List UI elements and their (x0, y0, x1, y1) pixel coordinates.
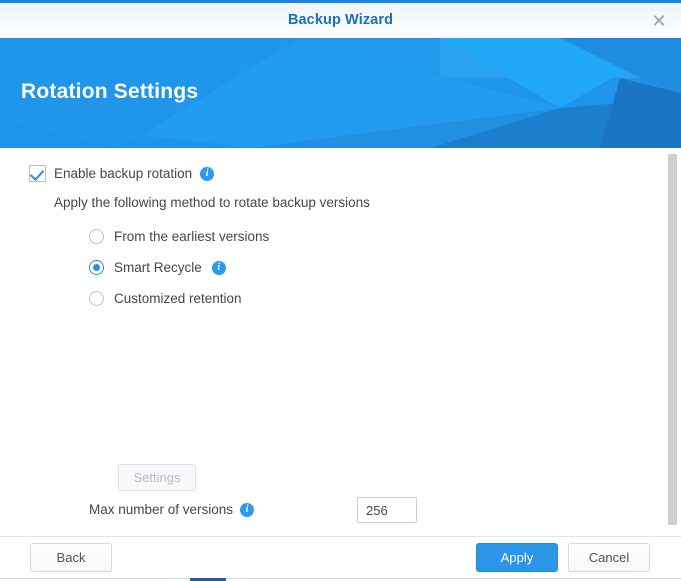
banner: Rotation Settings (0, 38, 681, 148)
page-title: Rotation Settings (21, 80, 199, 103)
radio-option-earliest-versions[interactable]: From the earliest versions (89, 229, 269, 244)
radio-customized-retention[interactable] (89, 291, 104, 306)
info-icon[interactable]: i (240, 502, 255, 517)
info-icon[interactable]: i (200, 166, 215, 181)
max-versions-label: Max number of versions (89, 502, 234, 517)
radio-earliest-versions[interactable] (89, 229, 104, 244)
scrollbar-thumb[interactable] (668, 154, 677, 525)
radio-label-customized-retention: Customized retention (114, 291, 242, 306)
max-versions-label-group: Max number of versions i (89, 502, 255, 517)
cancel-button[interactable]: Cancel (568, 543, 650, 572)
content-area: Enable backup rotation i Apply the follo… (0, 148, 681, 572)
radio-smart-recycle[interactable] (89, 260, 104, 275)
enable-backup-rotation-row[interactable]: Enable backup rotation i (29, 165, 215, 182)
apply-button[interactable]: Apply (476, 543, 558, 572)
radio-option-smart-recycle[interactable]: Smart Recycle i (89, 260, 226, 275)
radio-option-customized-retention[interactable]: Customized retention (89, 291, 242, 306)
info-icon[interactable]: i (211, 260, 226, 275)
radio-label-smart-recycle: Smart Recycle (114, 260, 202, 275)
close-icon[interactable]: ✕ (647, 11, 671, 33)
enable-backup-rotation-label: Enable backup rotation (54, 166, 193, 181)
title-bar: Backup Wizard ✕ (0, 0, 681, 38)
max-versions-input[interactable] (357, 497, 417, 523)
method-description: Apply the following method to rotate bac… (54, 195, 370, 210)
enable-backup-rotation-checkbox[interactable] (29, 165, 46, 182)
settings-button[interactable]: Settings (118, 464, 196, 491)
window-title: Backup Wizard (287, 12, 394, 28)
radio-label-earliest-versions: From the earliest versions (114, 229, 270, 244)
footer-bar: Back Apply Cancel (0, 537, 681, 581)
backup-wizard-window: Backup Wizard ✕ Rotation Settings Enable… (0, 0, 681, 581)
back-button[interactable]: Back (30, 543, 112, 572)
